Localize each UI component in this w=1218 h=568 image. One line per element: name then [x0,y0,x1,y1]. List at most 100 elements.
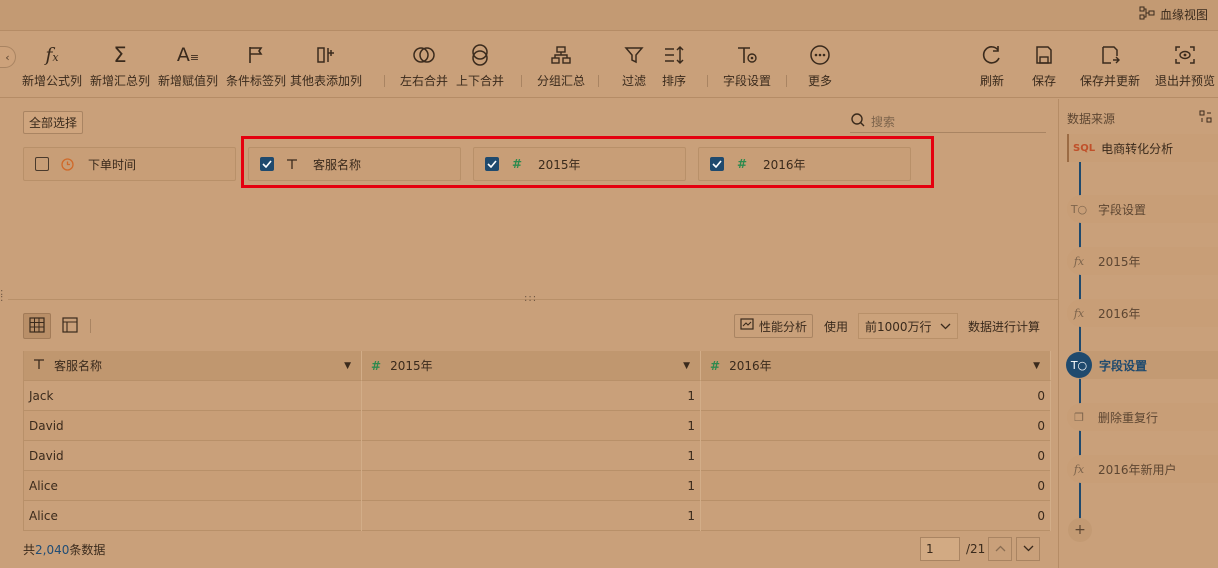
step-field-settings-2[interactable]: T○ 字段设置 [1066,351,1218,379]
view-separator [90,319,91,333]
table-cell: 0 [701,411,1051,441]
data-table: 客服名称 ▼ # 2015年 ▼ # 2016年 ▼ Jack 1 0 Davi… [23,351,1051,531]
exit-and-preview-button[interactable]: 退出并预览 [1151,42,1218,92]
field-checkbox[interactable] [35,157,49,171]
field-card-order-time[interactable]: 下单时间 [23,147,236,181]
calc-label: 数据进行计算 [968,320,1041,334]
row-limit-select[interactable]: 前1000万行 [858,313,958,339]
field-name: 2016年 [763,157,806,172]
assign-icon: A≡ [176,44,200,66]
add-step-button[interactable]: + [1068,518,1092,542]
dropdown-caret-icon[interactable]: ▼ [1033,361,1040,371]
main-area: 全部选择 搜索 下单时间 客服名称 # 2015年 # 2016年 ::: ::… [0,99,1058,568]
lineage-view-button[interactable]: 血缘视图 [1139,5,1208,23]
table-row: David 1 0 [24,441,1051,471]
step-formula-2016-new-users[interactable]: fx 2016年新用户 [1067,455,1218,483]
select-all-button[interactable]: 全部选择 [23,111,84,134]
sort-icon [661,42,687,68]
step-field-settings-1[interactable]: T○ 字段设置 [1067,195,1218,223]
flag-icon [243,42,269,68]
chevron-down-icon [1023,544,1034,555]
layout-icon [62,316,78,336]
table-row: Alice 1 0 [24,471,1051,501]
layout-view-button[interactable] [56,313,84,339]
merge-vertical-button[interactable]: 上下合并 [446,42,514,92]
dropdown-caret-icon[interactable]: ▼ [344,361,351,371]
table-cell: 0 [701,381,1051,411]
step-remove-duplicates[interactable]: ❐ 删除重复行 [1067,403,1218,431]
drag-handle-left-icon[interactable]: :: [0,288,3,304]
field-search-input[interactable]: 搜索 [850,111,1046,133]
step-formula-2016[interactable]: fx 2016年 [1067,299,1218,327]
field-checkbox[interactable] [485,157,499,171]
top-bar: 血缘视图 [0,0,1218,31]
add-formula-column-button[interactable]: fx 新增公式列 [18,42,86,92]
toolbar-separator [707,75,708,87]
more-button[interactable]: 更多 [786,42,854,92]
grid-view-button[interactable] [23,313,51,339]
next-page-button[interactable] [1016,537,1040,561]
data-source-item[interactable]: SQL 电商转化分析 [1067,134,1218,162]
table-cell: 0 [701,501,1051,531]
lineage-icon [1139,6,1155,23]
sidebar-title: 数据来源 [1067,112,1116,126]
add-column-from-table-button[interactable]: 其他表添加列 [290,42,362,92]
formula-icon: fx [1067,249,1091,273]
save-button[interactable]: 保存 [1010,42,1078,92]
field-settings-icon [734,42,760,68]
search-placeholder: 搜索 [871,115,896,129]
performance-analysis-button[interactable]: 性能分析 [734,314,814,338]
field-card-2016[interactable]: # 2016年 [698,147,911,181]
lineage-view-label: 血缘视图 [1159,7,1208,22]
field-settings-button[interactable]: 字段设置 [713,42,781,92]
field-settings-icon: T○ [1066,352,1092,378]
clock-icon [59,157,75,171]
drag-handle-icon[interactable]: ::: [524,293,537,304]
save-and-update-button[interactable]: 保存并更新 [1076,42,1144,92]
prev-page-button[interactable] [988,537,1012,561]
column-header-service-name[interactable]: 客服名称 ▼ [24,351,362,381]
add-summary-column-button[interactable]: Σ 新增汇总列 [86,42,154,92]
dropdown-caret-icon[interactable]: ▼ [683,361,690,371]
formula-icon: fx [1067,301,1091,325]
text-type-icon [284,158,300,170]
field-card-service-name[interactable]: 客服名称 [248,147,461,181]
number-type-icon: # [736,157,748,171]
page-number-input[interactable] [920,537,960,561]
field-settings-icon: T○ [1067,197,1091,221]
column-header-2015[interactable]: # 2015年 ▼ [362,351,701,381]
chart-icon [740,318,754,334]
field-checkbox[interactable] [710,157,724,171]
expand-icon[interactable] [1199,110,1212,126]
sum-icon: Σ [113,43,127,67]
group-summary-button[interactable]: 分组汇总 [527,42,595,92]
use-label: 使用 [824,320,849,334]
number-type-icon: # [511,157,523,171]
field-checkbox[interactable] [260,157,274,171]
grid-icon [29,316,45,336]
toolbar-separator [521,75,522,87]
chevron-up-icon [995,544,1006,555]
table-cell: Alice [24,501,362,531]
column-header-2016[interactable]: # 2016年 ▼ [701,351,1051,381]
chevron-down-icon [940,319,951,333]
save-icon [1031,42,1057,68]
toolbar-separator [598,75,599,87]
step-formula-2015[interactable]: fx 2015年 [1067,247,1218,275]
table-cell: 0 [701,471,1051,501]
table-cell: 0 [701,441,1051,471]
field-card-2015[interactable]: # 2015年 [473,147,686,181]
row-count-value: 2,040 [35,543,70,557]
search-icon [851,113,865,130]
condition-tag-column-button[interactable]: 条件标签列 [222,42,290,92]
exit-preview-icon [1172,42,1198,68]
sort-button[interactable]: 排序 [640,42,708,92]
plus-icon: + [1074,522,1086,538]
number-type-icon: # [371,358,382,373]
add-column-icon [313,42,339,68]
row-count: 共2,040条数据 [23,543,106,557]
table-row: Alice 1 0 [24,501,1051,531]
table-row: Jack 1 0 [24,381,1051,411]
field-name: 客服名称 [313,157,362,172]
add-assign-column-button[interactable]: A≡ 新增赋值列 [154,42,222,92]
